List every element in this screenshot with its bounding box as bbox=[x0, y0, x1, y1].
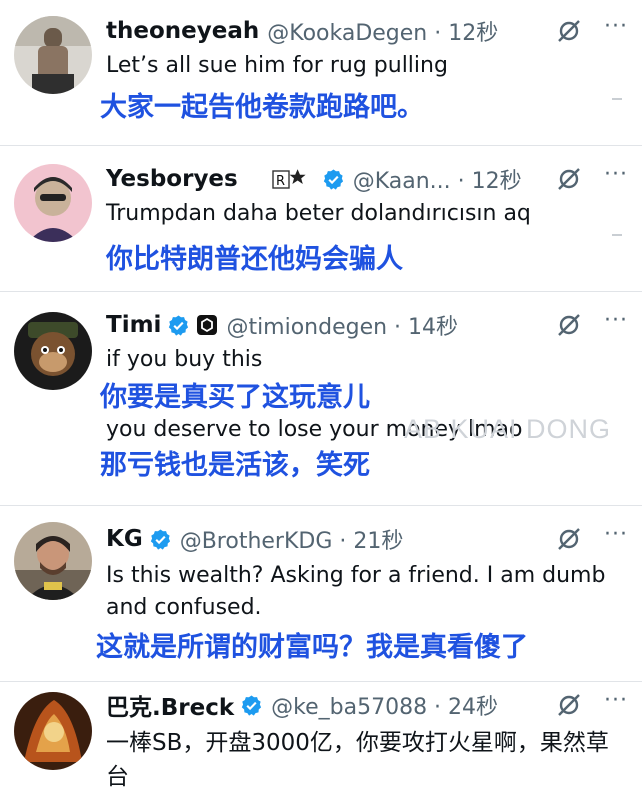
svg-text:R: R bbox=[276, 174, 285, 189]
tweet-3[interactable]: Timi @timiondegen · 14秒 ··· if you buy t… bbox=[0, 292, 642, 506]
grok-icon[interactable] bbox=[556, 18, 582, 44]
avatar[interactable] bbox=[14, 692, 92, 770]
tweet-text: Is this wealth? Asking for a friend. I a… bbox=[106, 563, 606, 620]
affiliate-badge-icon[interactable]: R bbox=[272, 168, 306, 190]
affiliate-badge-icon[interactable] bbox=[196, 314, 218, 336]
more-icon[interactable]: ··· bbox=[604, 688, 628, 714]
verified-badge-icon[interactable] bbox=[167, 314, 190, 337]
avatar[interactable] bbox=[14, 16, 92, 94]
side-tick bbox=[612, 98, 622, 100]
avatar-image bbox=[14, 164, 92, 242]
tweet-5[interactable]: 巴克.Breck @ke_ba57088 · 24秒 ··· 一棒SB，开盘30… bbox=[0, 682, 642, 800]
tweet-text: Trumpdan daha beter dolandırıcısın aq bbox=[106, 201, 531, 226]
tweet-text: Let’s all sue him for rug pulling bbox=[106, 53, 448, 78]
avatar-image bbox=[14, 522, 92, 600]
verified-badge-icon[interactable] bbox=[149, 528, 172, 551]
grok-icon[interactable] bbox=[556, 526, 582, 552]
verified-badge-icon[interactable] bbox=[322, 168, 345, 191]
display-name[interactable]: theoneyeah bbox=[106, 18, 259, 44]
grok-icon[interactable] bbox=[556, 166, 582, 192]
tweet-header: theoneyeah @KookaDegen · 12秒 bbox=[106, 14, 498, 48]
display-name[interactable]: Timi bbox=[106, 312, 161, 338]
more-icon[interactable]: ··· bbox=[604, 308, 628, 334]
more-icon[interactable]: ··· bbox=[604, 162, 628, 188]
grok-icon[interactable] bbox=[556, 692, 582, 718]
tweet-text: if you buy this bbox=[106, 347, 263, 372]
translation-text: 大家一起告他卷款跑路吧。 bbox=[100, 92, 424, 123]
more-icon[interactable]: ··· bbox=[604, 14, 628, 40]
translation-text: 这就是所谓的财富吗？我是真看傻了 bbox=[96, 632, 528, 663]
tweet-header: 巴克.Breck @ke_ba57088 · 24秒 bbox=[106, 688, 498, 722]
avatar-image bbox=[14, 16, 92, 94]
handle-time[interactable]: @BrotherKDG · 21秒 bbox=[180, 523, 404, 555]
tweet-text: 一棒SB，开盘3000亿，你要攻打火星啊，果然草台 bbox=[106, 730, 609, 790]
tweet-2[interactable]: Yesboryes R @Kaan... · 12秒 ··· Trumpdan … bbox=[0, 146, 642, 292]
avatar[interactable] bbox=[14, 522, 92, 600]
translation-text: 你比特朗普还他妈会骗人 bbox=[106, 244, 403, 275]
avatar-image bbox=[14, 312, 92, 390]
avatar[interactable] bbox=[14, 164, 92, 242]
avatar-image bbox=[14, 692, 92, 770]
tweet-header: KG @BrotherKDG · 21秒 bbox=[106, 522, 403, 556]
display-name[interactable]: KG bbox=[106, 526, 143, 552]
tweet-1[interactable]: theoneyeah @KookaDegen · 12秒 ··· Let’s a… bbox=[0, 0, 642, 146]
translation-text-2: 那亏钱也是活该，笑死 bbox=[100, 450, 370, 481]
handle-time[interactable]: @timiondegen · 14秒 bbox=[226, 309, 458, 341]
display-name[interactable]: Yesboryes bbox=[106, 166, 238, 192]
side-tick bbox=[612, 234, 622, 236]
watermark: AB KUAI DONG bbox=[404, 414, 612, 444]
tweet-header: Timi @timiondegen · 14秒 bbox=[106, 308, 458, 342]
tweet-4[interactable]: KG @BrotherKDG · 21秒 ··· Is this wealth?… bbox=[0, 506, 642, 682]
display-name[interactable]: 巴克.Breck bbox=[106, 688, 234, 722]
handle-time[interactable]: @ke_ba57088 · 24秒 bbox=[271, 689, 498, 721]
translation-text: 你要是真买了这玩意儿 bbox=[100, 382, 370, 413]
verified-badge-icon[interactable] bbox=[240, 694, 263, 717]
handle-time[interactable]: @Kaan... · 12秒 bbox=[353, 163, 522, 195]
handle-time[interactable]: @KookaDegen · 12秒 bbox=[267, 15, 498, 47]
tweet-header: Yesboryes R @Kaan... · 12秒 bbox=[106, 162, 522, 196]
grok-icon[interactable] bbox=[556, 312, 582, 338]
avatar[interactable] bbox=[14, 312, 92, 390]
more-icon[interactable]: ··· bbox=[604, 522, 628, 548]
